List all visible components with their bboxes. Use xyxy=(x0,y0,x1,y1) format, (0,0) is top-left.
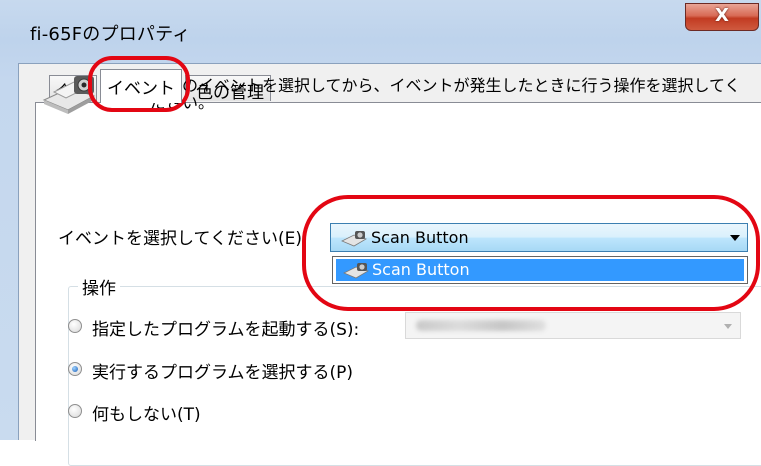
properties-window: fi-65Fのプロパティ X 全般 イベント 色の管理 以下のイベントを選択して… xyxy=(0,0,761,466)
radio-button[interactable] xyxy=(68,404,82,418)
radio-button[interactable] xyxy=(68,362,82,376)
highlight-circle-dropdown xyxy=(302,195,760,311)
close-button[interactable]: X xyxy=(685,3,759,31)
radio-button[interactable] xyxy=(68,319,82,333)
event-description: 以下のイベントを選択してから、イベントが発生したときに行う操作を選択してください… xyxy=(150,76,741,112)
program-select-value xyxy=(416,320,546,331)
action-group-title: 操作 xyxy=(78,274,120,299)
event-select-label: イベントを選択してください(E): xyxy=(58,229,308,249)
radio-label: 指定したプログラムを起動する(S): xyxy=(92,320,360,340)
radio-label: 何もしない(T) xyxy=(92,405,201,425)
chevron-down-icon xyxy=(724,324,732,329)
radio-label: 実行するプログラムを選択する(P) xyxy=(92,363,354,383)
close-icon: X xyxy=(715,5,729,26)
tab-events[interactable]: イベント xyxy=(100,69,182,103)
window-title: fi-65Fのプロパティ xyxy=(30,24,191,45)
program-select xyxy=(405,312,741,339)
